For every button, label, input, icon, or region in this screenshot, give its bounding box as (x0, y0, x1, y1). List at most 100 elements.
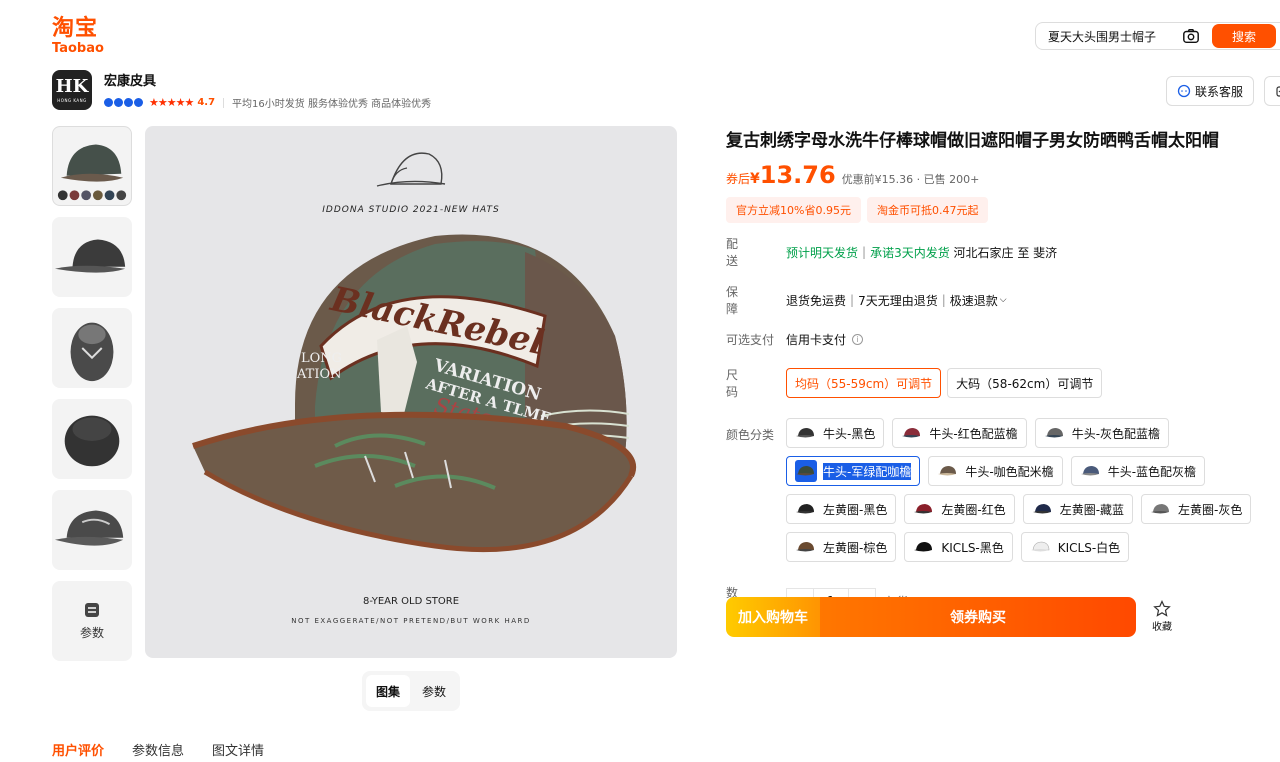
contact-service-button[interactable]: 联系客服 (1165, 76, 1254, 106)
shop-avatar-sub: HONG KANG (57, 97, 87, 103)
shop-header: HK HONG KANG 宏康皮具 ★★★★★ 4.7 平均16小时发货 服务体… (52, 70, 431, 110)
search-input[interactable]: 夏天大头围男士帽子 (1036, 28, 1182, 45)
cap-icon (1032, 498, 1054, 520)
coupon[interactable]: 官方立减10%省0.95元 (726, 197, 861, 223)
search-button[interactable]: 搜索 (1212, 24, 1276, 48)
thumbnail-list: 参数 (52, 126, 132, 672)
info-icon[interactable]: i (852, 334, 864, 345)
color-option[interactable]: 左黄圈-棕色 (786, 532, 897, 562)
price-note: 优惠前¥15.36 · 已售 200+ (841, 173, 980, 186)
taobao-logo[interactable]: 淘宝 Taobao (52, 18, 104, 56)
payment-label: 可选支付 (726, 333, 775, 347)
image-store-text: 8-YEAR OLD STORE (363, 596, 459, 607)
price-row: 券后 ¥ 13.76 优惠前¥15.36 · 已售 200+ (726, 161, 1280, 189)
shop-score: 4.7 (197, 97, 216, 108)
delivery-row: 配 送 预计明天发货 | 承诺3天内发货 河北石家庄 至 斐济 (726, 237, 1058, 268)
color-option[interactable]: 左黄圈-灰色 (1141, 494, 1252, 524)
logo-en: Taobao (52, 41, 104, 56)
color-option[interactable]: 牛头-红色配蓝檐 (892, 418, 1027, 448)
color-option[interactable]: 牛头-灰色配蓝檐 (1034, 418, 1170, 448)
delivery-ship: 预计明天发货 (786, 245, 859, 260)
product-info: 复古刺绣字母水洗牛仔棒球帽做旧遮阳帽子男女防晒鸭舌帽太阳帽 券后 ¥ 13.76… (726, 126, 1280, 618)
tab-param-info[interactable]: 参数信息 (132, 740, 184, 759)
color-option[interactable]: 牛头-咖色配米檐 (928, 456, 1063, 486)
camera-icon[interactable] (1182, 27, 1200, 45)
cap-icon (913, 536, 935, 558)
cap-icon (901, 422, 923, 444)
guarantee-label: 保 障 (726, 285, 751, 316)
delivery-route[interactable]: 河北石家庄 至 斐济 (954, 244, 1058, 261)
color-option[interactable]: 左黄圈-藏蓝 (1022, 494, 1134, 524)
cap-icon (795, 536, 817, 558)
cap-text-ation: ATION (296, 367, 342, 382)
payment-row: 可选支付 信用卡支付 i (726, 331, 1280, 348)
cap-icon (1080, 460, 1102, 482)
coupon[interactable]: 淘金币可抵0.47元起 (866, 197, 989, 223)
shop-tag: 平均16小时发货 (232, 99, 305, 110)
color-option[interactable]: 牛头-蓝色配灰檐 (1070, 456, 1206, 486)
color-option[interactable]: 左黄圈-红色 (904, 494, 1015, 524)
favorite-button[interactable]: 收藏 (1152, 600, 1172, 633)
favorite-label: 收藏 (1152, 622, 1172, 633)
size-label: 尺 码 (726, 368, 751, 399)
cap-text-long: LONG (301, 351, 342, 366)
chevron-down-icon[interactable]: ⌵ (1000, 295, 1007, 305)
cap-icon (1030, 536, 1052, 558)
cap-icon (795, 460, 817, 482)
shop-avatar[interactable]: HK HONG KANG (52, 70, 92, 110)
size-option[interactable]: 均码（55-59cm）可调节 (786, 368, 942, 398)
params-thumbnail[interactable]: 参数 (52, 581, 132, 661)
store-icon (1276, 86, 1280, 97)
thumbnail[interactable] (52, 490, 132, 570)
image-top-text: IDDONA STUDIO 2021-NEW HATS (322, 205, 500, 215)
cap-icon (795, 422, 817, 444)
color-options: 牛头-黑色 牛头-红色配蓝檐 牛头-灰色配蓝檐 牛头-军绿配咖檐 牛头-咖色配米… (786, 418, 1280, 562)
color-option[interactable]: KICLS-黑色 (904, 532, 1013, 562)
size-row: 尺 码 均码（55-59cm）可调节 大码（58-62cm）可调节 (726, 366, 1280, 400)
tab-params[interactable]: 参数 (412, 675, 456, 707)
guarantee-row: 保 障 退货免运费 | 7天无理由退货 | 极速退款 ⌵ (726, 285, 1007, 316)
params-label: 参数 (79, 625, 104, 640)
cap-icon (795, 498, 817, 520)
image-motto: NOT EXAGGERATE/NOT PRETEND/BUT WORK HARD (291, 617, 531, 625)
search-bar[interactable]: 夏天大头围男士帽子 搜索 (1035, 22, 1280, 50)
color-option[interactable]: 牛头-黑色 (786, 418, 885, 448)
thumbnail[interactable] (52, 217, 132, 297)
gallery-tabs: 图集 参数 (362, 671, 461, 711)
cap-icon (913, 498, 935, 520)
tab-reviews[interactable]: 用户评价 (52, 740, 104, 759)
chat-icon (1177, 84, 1191, 98)
thumbnail[interactable] (52, 308, 132, 388)
shop-stars: ★★★★★ (149, 96, 194, 109)
shop-meta: ★★★★★ 4.7 平均16小时发货 服务体验优秀 商品体验优秀 (104, 95, 431, 110)
params-icon (85, 602, 99, 617)
color-option[interactable]: 左黄圈-黑色 (786, 494, 897, 524)
shop-tag: 商品体验优秀 (371, 99, 432, 110)
delivery-promise: 承诺3天内发货 (870, 245, 950, 260)
tab-gallery[interactable]: 图集 (366, 675, 411, 707)
cap-icon (1150, 498, 1172, 520)
buy-now-button[interactable]: 领券购买 (820, 597, 1136, 637)
main-product-image[interactable]: IDDONA STUDIO 2021-NEW HATS BlackRebel L… (145, 126, 677, 658)
store-button[interactable] (1264, 76, 1280, 106)
add-to-cart-button[interactable]: 加入购物车 (726, 597, 820, 637)
thumbnail[interactable] (52, 399, 132, 479)
tab-detail[interactable]: 图文详情 (212, 740, 264, 759)
color-option[interactable]: 牛头-军绿配咖檐 (786, 456, 921, 486)
guarantee-item[interactable]: 极速退款 (950, 292, 998, 309)
guarantee-item: 7天无理由退货 (858, 293, 938, 308)
shop-tag: 服务体验优秀 (307, 99, 368, 110)
shop-level-icon (104, 98, 143, 107)
detail-tabs: 用户评价 参数信息 图文详情 (52, 740, 264, 759)
price-value: 13.76 (759, 161, 836, 189)
color-option[interactable]: KICLS-白色 (1020, 532, 1130, 562)
price-prefix: 券后 (726, 172, 751, 186)
shop-name[interactable]: 宏康皮具 (104, 70, 431, 89)
service-buttons: 联系客服 (1165, 76, 1280, 106)
size-option[interactable]: 大码（58-62cm）可调节 (947, 368, 1103, 398)
buy-buttons: 加入购物车 领券购买 (726, 597, 1136, 637)
contact-label: 联系客服 (1194, 84, 1243, 99)
price-currency: ¥ (750, 171, 760, 187)
thumbnail[interactable] (52, 126, 132, 206)
payment-value: 信用卡支付 (786, 333, 847, 347)
